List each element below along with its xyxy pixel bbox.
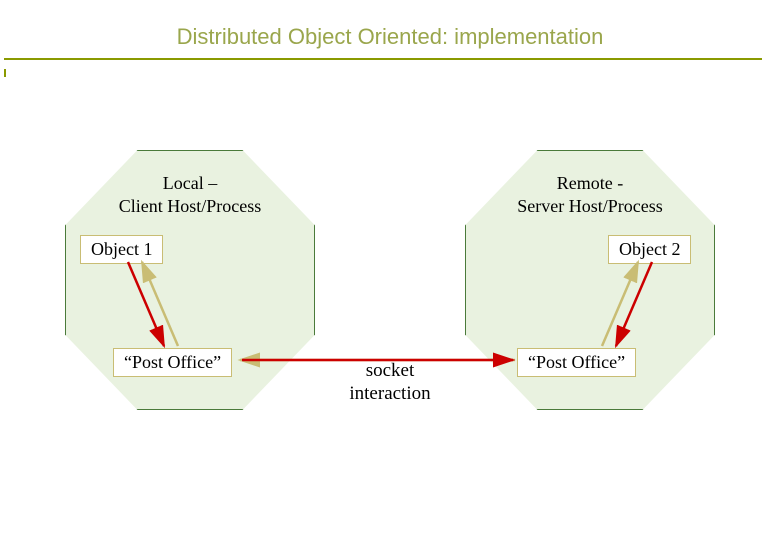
object1-box: Object 1 [80, 235, 163, 264]
object2-box: Object 2 [608, 235, 691, 264]
slide: Distributed Object Oriented: implementat… [0, 0, 780, 540]
socket-interaction-label: socket interaction [325, 360, 455, 406]
remote-host-line2: Server Host/Process [517, 196, 662, 216]
socket-line1: socket [366, 360, 415, 381]
socket-line2: interaction [349, 383, 430, 404]
local-host-label: Local – Client Host/Process [65, 172, 315, 217]
local-host-line2: Client Host/Process [119, 196, 262, 216]
left-accent-bar [4, 69, 6, 77]
page-title: Distributed Object Oriented: implementat… [0, 0, 780, 58]
remote-host-label: Remote - Server Host/Process [465, 172, 715, 217]
local-host-line1: Local – [163, 173, 217, 193]
remote-host-line1: Remote - [557, 173, 623, 193]
post-office-right-box: “Post Office” [517, 348, 636, 377]
post-office-left-box: “Post Office” [113, 348, 232, 377]
title-divider [4, 58, 762, 60]
